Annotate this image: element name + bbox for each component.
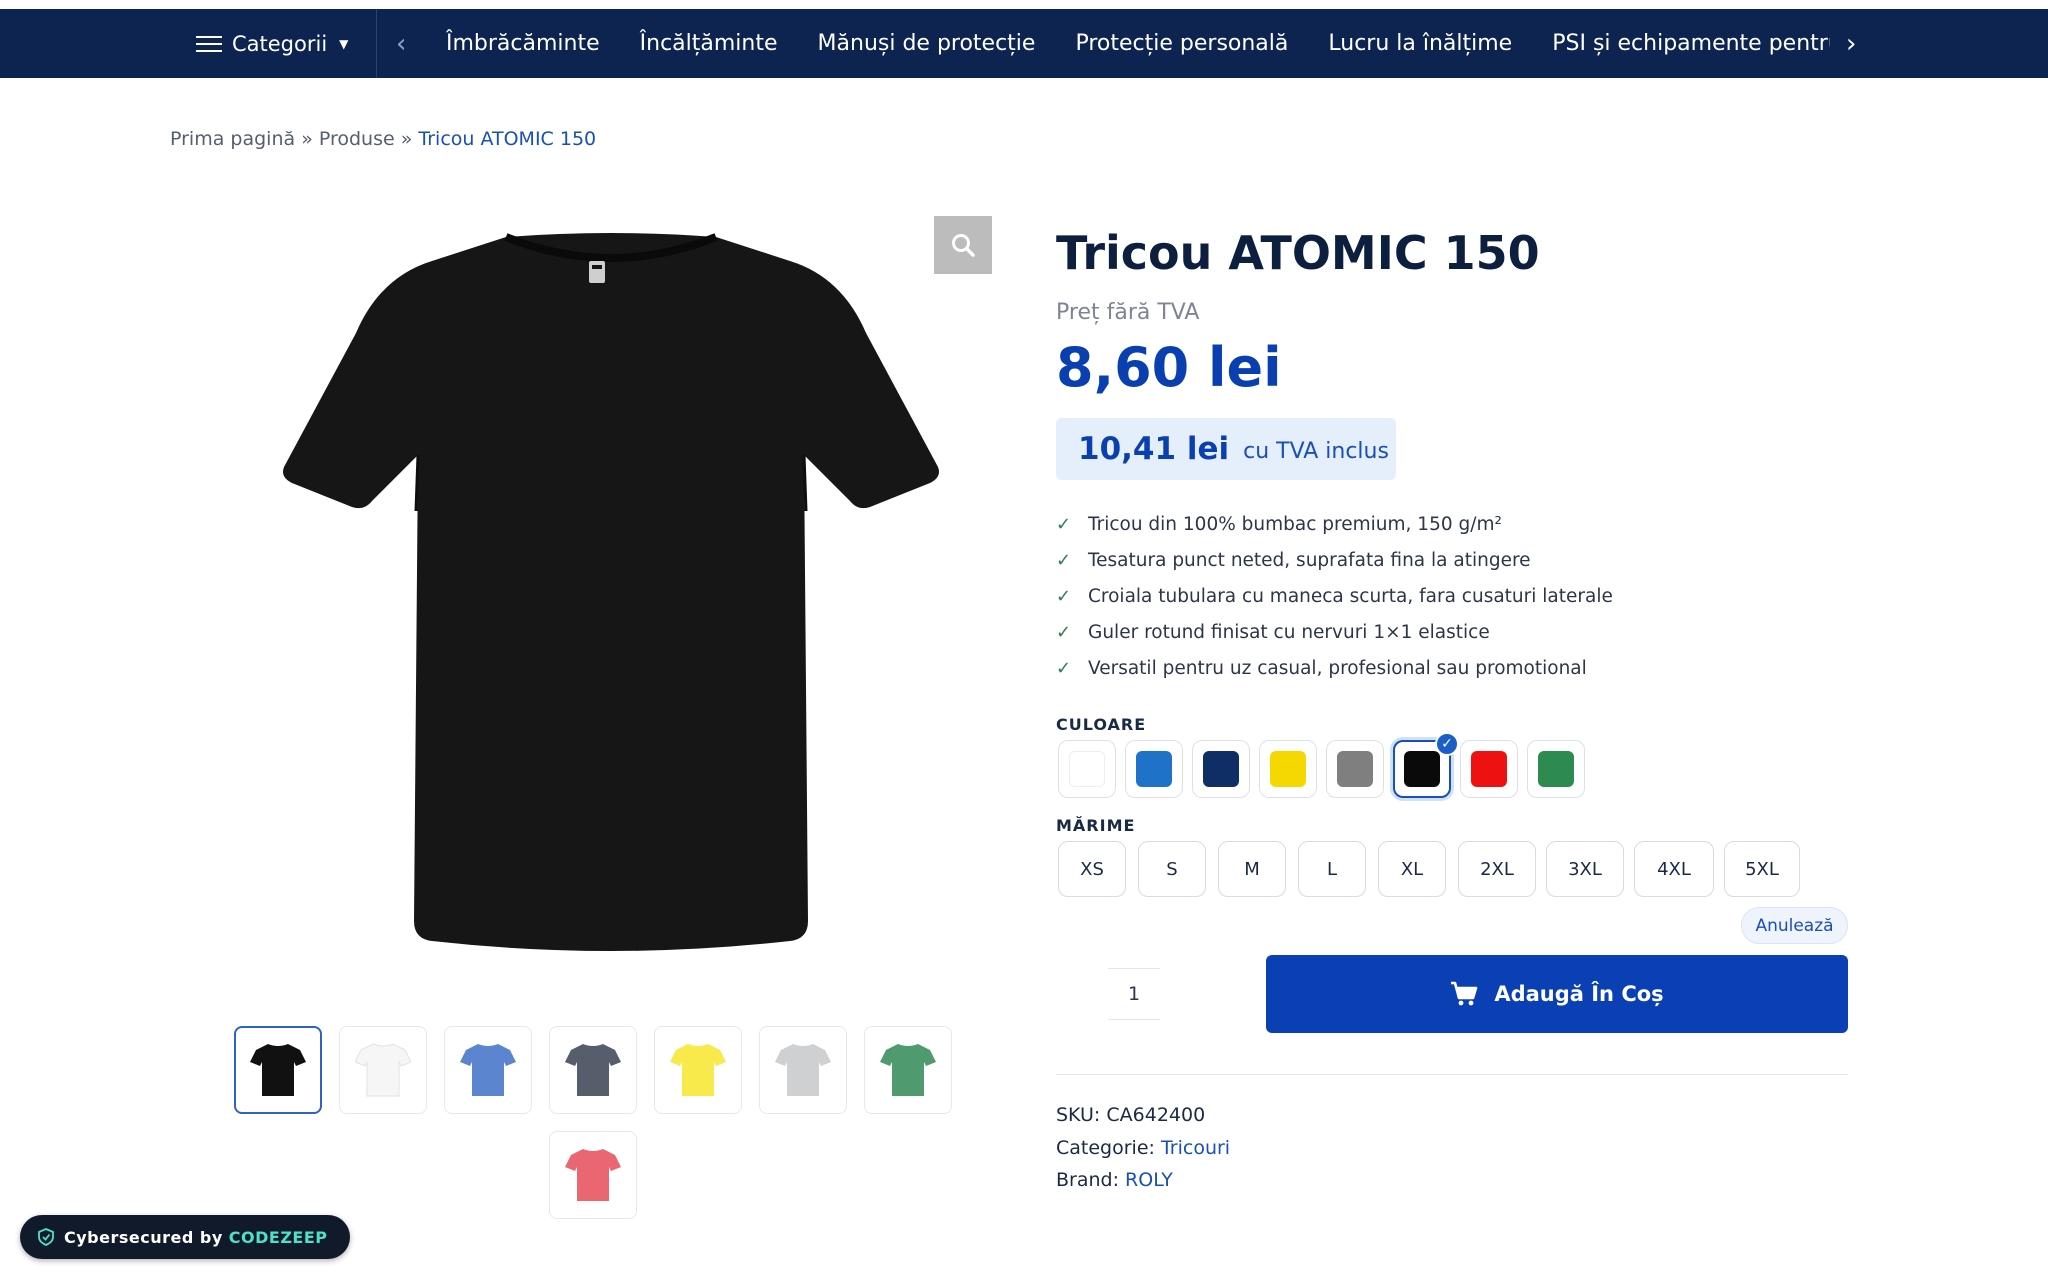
tshirt-image [283, 233, 939, 951]
nav-link-inaltime[interactable]: Lucru la înălțime [1328, 31, 1512, 56]
nav-links: Îmbrăcăminte Încălțăminte Mănuși de prot… [446, 9, 1830, 78]
check-icon: ✓ [1056, 585, 1072, 607]
sku-row: SKU: CA642400 [1056, 1104, 1205, 1126]
categories-menu-button[interactable]: Categorii ▼ [196, 9, 348, 78]
breadcrumb-home[interactable]: Prima pagină [170, 128, 295, 150]
check-icon: ✓ [1056, 657, 1072, 679]
price-label: Preț fără TVA [1056, 300, 1200, 325]
cart-icon [1451, 981, 1478, 1006]
brand-row: Brand: ROLY [1056, 1169, 1173, 1191]
swatch-color [1337, 751, 1373, 787]
check-icon: ✓ [1056, 549, 1072, 571]
thumbnail-dark-grey[interactable] [549, 1026, 637, 1114]
quantity-input[interactable]: 1 [1108, 968, 1160, 1020]
add-to-cart-button[interactable]: Adaugă În Coș [1266, 955, 1848, 1033]
swatch-royal-blue[interactable] [1125, 740, 1183, 798]
add-to-cart-label: Adaugă În Coș [1494, 982, 1664, 1006]
thumbnail-yellow[interactable] [654, 1026, 742, 1114]
nav-link-manusi[interactable]: Mănuși de protecție [818, 31, 1036, 56]
swatch-color [1404, 751, 1440, 787]
categories-label: Categorii [232, 31, 328, 56]
size-option[interactable]: S [1138, 841, 1206, 897]
check-icon: ✓ [1056, 513, 1072, 535]
sku-label: SKU: [1056, 1104, 1101, 1126]
swatch-black[interactable]: ✓ [1393, 732, 1459, 798]
zoom-button[interactable] [934, 216, 992, 274]
nav-link-imbracaminte[interactable]: Îmbrăcăminte [446, 31, 600, 56]
shield-icon [38, 1228, 54, 1246]
thumbnail-blue[interactable] [444, 1026, 532, 1114]
divider [1056, 1074, 1848, 1075]
price-vat-label: cu TVA inclus [1243, 438, 1389, 464]
breadcrumb: Prima pagină » Produse » Tricou ATOMIC 1… [170, 128, 596, 150]
breadcrumb-current: Tricou ATOMIC 150 [418, 128, 597, 150]
price-vat-box: 10,41 lei cu TVA inclus [1056, 418, 1396, 480]
swatch-color [1069, 751, 1105, 787]
badge-text: Cybersecured by [64, 1227, 223, 1247]
swatch-green[interactable] [1527, 740, 1585, 798]
price-vat: 10,41 lei [1078, 431, 1230, 467]
feature-item: ✓ Versatil pentru uz casual, profesional … [1056, 657, 1587, 679]
thumbnail-red[interactable] [549, 1131, 637, 1219]
feature-list: ✓ Tricou din 100% bumbac premium, 150 g/m… [1056, 506, 1613, 686]
size-option[interactable]: M [1218, 841, 1286, 897]
swatch-color [1203, 751, 1239, 787]
category-row: Categorie: Tricouri [1056, 1137, 1230, 1159]
nav-scroll-left-icon[interactable]: ‹ [396, 9, 406, 78]
breadcrumb-sep: » [301, 128, 313, 150]
category-label: Categorie: [1056, 1137, 1155, 1159]
selected-check-icon: ✓ [1435, 732, 1459, 756]
brand-label: Brand: [1056, 1169, 1119, 1191]
size-option[interactable]: 4XL [1634, 841, 1714, 897]
price: 8,60 lei [1056, 336, 1282, 399]
sku-value: CA642400 [1106, 1104, 1206, 1126]
swatch-grey[interactable] [1326, 740, 1384, 798]
size-option[interactable]: XS [1058, 841, 1126, 897]
nav-link-incaltaminte[interactable]: Încălțăminte [640, 31, 778, 56]
badge-brand: CODEZEEP [228, 1227, 328, 1247]
nav-link-protectie[interactable]: Protecție personală [1075, 31, 1288, 56]
swatch-red[interactable] [1460, 740, 1518, 798]
feature-item: ✓ Croiala tubulara cu maneca scurta, fara… [1056, 585, 1613, 607]
thumbnail-green[interactable] [864, 1026, 952, 1114]
magnifier-icon [952, 234, 975, 257]
category-link[interactable]: Tricouri [1161, 1137, 1230, 1159]
thumbnail-black[interactable] [234, 1026, 322, 1114]
feature-item: ✓ Tricou din 100% bumbac premium, 150 g/m… [1056, 513, 1502, 535]
size-option[interactable]: 5XL [1724, 841, 1800, 897]
swatch-color [1538, 751, 1574, 787]
nav-divider [376, 9, 377, 78]
security-badge[interactable]: Cybersecured by CODEZEEP [20, 1215, 350, 1259]
size-option[interactable]: 2XL [1458, 841, 1536, 897]
breadcrumb-products[interactable]: Produse [319, 128, 395, 150]
swatch-navy[interactable] [1192, 740, 1250, 798]
breadcrumb-sep: » [400, 128, 413, 150]
thumbnail-white[interactable] [339, 1026, 427, 1114]
swatch-yellow[interactable] [1259, 740, 1317, 798]
top-navbar: Categorii ▼ ‹ Îmbrăcăminte Încălțăminte … [0, 9, 2048, 78]
thumbnail-light-grey[interactable] [759, 1026, 847, 1114]
swatch-color [1136, 751, 1172, 787]
check-icon: ✓ [1056, 621, 1072, 643]
feature-item: ✓ Tesatura punct neted, suprafata fina la… [1056, 549, 1531, 571]
swatch-color [1270, 751, 1306, 787]
reset-variations-button[interactable]: Anulează [1741, 907, 1848, 944]
product-main-image[interactable] [230, 215, 992, 1015]
size-label: MĂRIME [1056, 816, 1136, 835]
color-label: CULOARE [1056, 715, 1147, 734]
size-option[interactable]: L [1298, 841, 1366, 897]
nav-link-psi[interactable]: PSI și echipamente pentru pr [1552, 31, 1830, 56]
brand-link[interactable]: ROLY [1125, 1169, 1173, 1191]
swatch-white[interactable] [1058, 740, 1116, 798]
size-option[interactable]: XL [1378, 841, 1446, 897]
hamburger-icon [196, 35, 222, 53]
feature-item: ✓ Guler rotund finisat cu nervuri 1×1 ela… [1056, 621, 1490, 643]
caret-down-icon: ▼ [339, 36, 349, 51]
nav-scroll-right-icon[interactable]: › [1846, 9, 1856, 78]
size-option[interactable]: 3XL [1546, 841, 1624, 897]
product-title: Tricou ATOMIC 150 [1056, 226, 1540, 280]
swatch-color [1471, 751, 1507, 787]
